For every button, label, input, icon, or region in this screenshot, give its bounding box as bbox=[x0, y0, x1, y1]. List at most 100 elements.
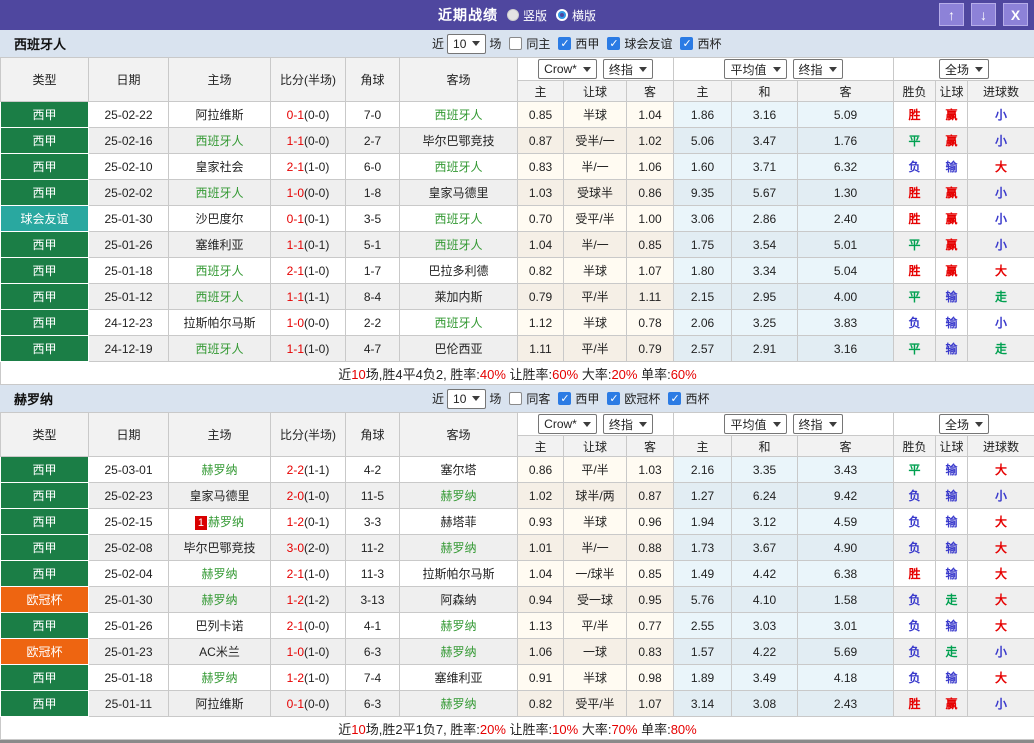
match-date: 25-02-15 bbox=[89, 509, 169, 535]
move-up-button[interactable]: ↑ bbox=[939, 3, 964, 26]
result-value: 平 bbox=[894, 457, 936, 483]
away-team[interactable]: 赫塔菲 bbox=[400, 509, 518, 535]
away-team[interactable]: 赫罗纳 bbox=[400, 691, 518, 717]
away-team[interactable]: 西班牙人 bbox=[400, 310, 518, 336]
league-type-badge: 西甲 bbox=[1, 665, 89, 691]
fulltime-select[interactable]: 全场 bbox=[939, 59, 989, 79]
league-type-badge: 西甲 bbox=[1, 154, 89, 180]
away-team[interactable]: 赫罗纳 bbox=[400, 483, 518, 509]
close-button[interactable]: X bbox=[1003, 3, 1028, 26]
home-team[interactable]: 赫罗纳 bbox=[169, 665, 271, 691]
friendly-checkbox[interactable] bbox=[607, 37, 620, 50]
chevron-down-icon bbox=[639, 422, 647, 427]
fulltime-score: 1-0 bbox=[287, 645, 304, 659]
away-team[interactable]: 西班牙人 bbox=[400, 206, 518, 232]
home-team-name: 赫罗纳 bbox=[208, 515, 244, 529]
match-date: 25-01-26 bbox=[89, 232, 169, 258]
home-team[interactable]: 毕尔巴鄂竞技 bbox=[169, 535, 271, 561]
radio-vertical-icon[interactable] bbox=[507, 9, 519, 21]
laliga-label: 西甲 bbox=[575, 390, 599, 407]
away-team[interactable]: 赫罗纳 bbox=[400, 613, 518, 639]
home-team[interactable]: 西班牙人 bbox=[169, 336, 271, 362]
avg-home-odds: 9.35 bbox=[674, 180, 732, 206]
average-select[interactable]: 平均值 bbox=[724, 59, 786, 79]
final-index-select-2[interactable]: 终指 bbox=[793, 59, 843, 79]
crow-handicap: 一/球半 bbox=[564, 561, 627, 587]
away-team[interactable]: 西班牙人 bbox=[400, 232, 518, 258]
home-team[interactable]: 西班牙人 bbox=[169, 258, 271, 284]
chevron-down-icon bbox=[829, 67, 837, 72]
average-select[interactable]: 平均值 bbox=[724, 414, 786, 434]
away-team[interactable]: 毕尔巴鄂竞技 bbox=[400, 128, 518, 154]
copa-checkbox[interactable] bbox=[668, 392, 681, 405]
home-team[interactable]: 巴列卡诺 bbox=[169, 613, 271, 639]
score-cell: 2-1(1-0) bbox=[271, 154, 346, 180]
away-team[interactable]: 西班牙人 bbox=[400, 154, 518, 180]
final-index-select-2[interactable]: 终指 bbox=[793, 414, 843, 434]
home-team-name: 赫罗纳 bbox=[201, 593, 237, 607]
bookmaker-select[interactable]: Crow* bbox=[538, 414, 597, 434]
home-team[interactable]: 皇家社会 bbox=[169, 154, 271, 180]
home-team[interactable]: 阿拉维斯 bbox=[169, 102, 271, 128]
away-team[interactable]: 赫罗纳 bbox=[400, 535, 518, 561]
fulltime-select[interactable]: 全场 bbox=[939, 414, 989, 434]
summary-segment: 10% bbox=[552, 722, 578, 737]
away-team-name: 阿森纳 bbox=[440, 593, 476, 607]
away-team[interactable]: 巴拉多利德 bbox=[400, 258, 518, 284]
laliga-checkbox[interactable] bbox=[558, 392, 571, 405]
away-team[interactable]: 巴伦西亚 bbox=[400, 336, 518, 362]
espanyol-count-select[interactable]: 10 bbox=[447, 34, 486, 54]
away-team[interactable]: 阿森纳 bbox=[400, 587, 518, 613]
away-team[interactable]: 塞维利亚 bbox=[400, 665, 518, 691]
girona-count-select[interactable]: 10 bbox=[447, 389, 486, 409]
layout-radio-horizontal[interactable]: 横版 bbox=[556, 7, 596, 24]
home-team[interactable]: 沙巴度尔 bbox=[169, 206, 271, 232]
home-team[interactable]: 皇家马德里 bbox=[169, 483, 271, 509]
away-team[interactable]: 拉斯帕尔马斯 bbox=[400, 561, 518, 587]
match-date: 25-02-10 bbox=[89, 154, 169, 180]
home-team[interactable]: 1赫罗纳 bbox=[169, 509, 271, 535]
handicap-result-value: 输 bbox=[936, 613, 968, 639]
corner-count: 3-3 bbox=[346, 509, 400, 535]
layout-radio-vertical[interactable]: 竖版 bbox=[507, 7, 547, 24]
away-team[interactable]: 莱加内斯 bbox=[400, 284, 518, 310]
home-team[interactable]: 赫罗纳 bbox=[169, 457, 271, 483]
ucl-checkbox[interactable] bbox=[607, 392, 620, 405]
match-row: 西甲25-02-08毕尔巴鄂竞技3-0(2-0)11-2赫罗纳1.01半/一0.… bbox=[1, 535, 1034, 561]
home-team[interactable]: 赫罗纳 bbox=[169, 587, 271, 613]
col-date: 日期 bbox=[89, 413, 169, 457]
goals-result-value: 大 bbox=[968, 535, 1034, 561]
bookmaker-select[interactable]: Crow* bbox=[538, 59, 597, 79]
copa-label: 西杯 bbox=[685, 390, 709, 407]
home-team[interactable]: 西班牙人 bbox=[169, 128, 271, 154]
red-card-badge: 1 bbox=[195, 516, 207, 530]
crow-handicap: 半/一 bbox=[564, 154, 627, 180]
away-team[interactable]: 西班牙人 bbox=[400, 102, 518, 128]
home-team[interactable]: 西班牙人 bbox=[169, 180, 271, 206]
same-home-checkbox[interactable] bbox=[509, 37, 522, 50]
final-index-select[interactable]: 终指 bbox=[603, 59, 653, 79]
match-row: 西甲25-01-11阿拉维斯0-1(0-0)6-3赫罗纳0.82受平/半1.07… bbox=[1, 691, 1034, 717]
crow-away-odds: 1.06 bbox=[627, 154, 674, 180]
same-away-checkbox[interactable] bbox=[509, 392, 522, 405]
fulltime-score: 0-1 bbox=[287, 697, 304, 711]
radio-horizontal-icon[interactable] bbox=[556, 9, 568, 21]
copa-checkbox[interactable] bbox=[680, 37, 693, 50]
home-team[interactable]: 拉斯帕尔马斯 bbox=[169, 310, 271, 336]
away-team[interactable]: 皇家马德里 bbox=[400, 180, 518, 206]
handicap-result-value: 输 bbox=[936, 336, 968, 362]
away-team[interactable]: 赫罗纳 bbox=[400, 639, 518, 665]
move-down-button[interactable]: ↓ bbox=[971, 3, 996, 26]
home-team[interactable]: 赫罗纳 bbox=[169, 561, 271, 587]
home-team[interactable]: AC米兰 bbox=[169, 639, 271, 665]
laliga-checkbox[interactable] bbox=[558, 37, 571, 50]
final-index-select[interactable]: 终指 bbox=[603, 414, 653, 434]
away-team[interactable]: 塞尔塔 bbox=[400, 457, 518, 483]
home-team[interactable]: 阿拉维斯 bbox=[169, 691, 271, 717]
score-cell: 1-0(1-0) bbox=[271, 639, 346, 665]
home-team[interactable]: 塞维利亚 bbox=[169, 232, 271, 258]
home-team[interactable]: 西班牙人 bbox=[169, 284, 271, 310]
crow-home-odds: 1.01 bbox=[518, 535, 564, 561]
result-value: 胜 bbox=[894, 691, 936, 717]
league-type-badge: 西甲 bbox=[1, 232, 89, 258]
